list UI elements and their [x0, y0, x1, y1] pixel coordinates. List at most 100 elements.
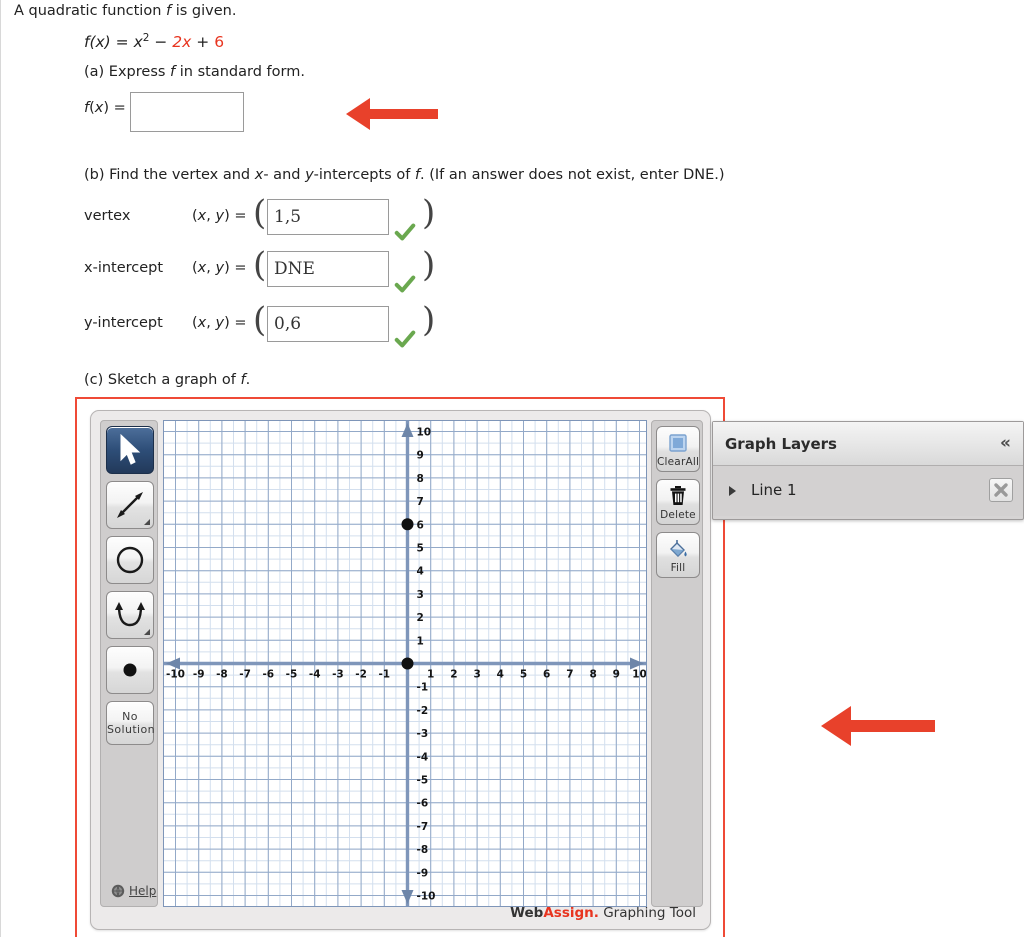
- square-icon: [657, 431, 699, 453]
- svg-text:-2: -2: [417, 705, 429, 717]
- parabola-icon: [115, 602, 145, 627]
- svg-text:1: 1: [427, 669, 434, 681]
- red-arrow-top: [346, 98, 438, 130]
- paint-bucket-icon: [657, 537, 699, 559]
- part-a-fx-label: f(x) =: [84, 100, 126, 116]
- svg-text:-5: -5: [417, 775, 429, 787]
- answer-coord-x-intercept: (x, y) =: [192, 260, 247, 276]
- svg-text:9: 9: [613, 669, 620, 681]
- delete-button[interactable]: Delete: [656, 479, 700, 525]
- part-c-prompt: (c) Sketch a graph of f.: [84, 372, 251, 388]
- function-formula: f(x) = x2 − 2x + 6: [84, 32, 224, 51]
- graph-layers-panel: Graph Layers « Line 1: [712, 421, 1024, 520]
- red-arrow-bottom: [821, 706, 935, 746]
- help-globe-icon: [111, 884, 125, 898]
- help-link[interactable]: Help: [111, 884, 156, 898]
- svg-text:10: 10: [632, 669, 646, 681]
- y-intercept-input[interactable]: [267, 306, 389, 342]
- action-rail: ClearAll Delete Fill: [651, 420, 703, 907]
- formula-lhs: f(x) =: [84, 33, 134, 52]
- svg-text:6: 6: [417, 519, 424, 531]
- svg-text:-9: -9: [193, 669, 205, 681]
- paren-left: (: [253, 300, 267, 340]
- svg-text:-8: -8: [216, 669, 228, 681]
- answer-label-vertex: vertex: [84, 208, 131, 224]
- svg-text:7: 7: [566, 669, 573, 681]
- select-tool-button[interactable]: [106, 426, 154, 474]
- svg-text:9: 9: [417, 450, 424, 462]
- svg-text:-5: -5: [286, 669, 298, 681]
- left-margin-rule: [0, 0, 1, 937]
- no-solution-label-line2: Solution: [107, 723, 156, 736]
- svg-text:4: 4: [497, 669, 504, 681]
- svg-text:6: 6: [543, 669, 550, 681]
- svg-text:-7: -7: [239, 669, 251, 681]
- answer-label-x-intercept: x-intercept: [84, 260, 164, 276]
- parabola-tool-button[interactable]: [106, 591, 154, 639]
- formula-term3: 6: [214, 33, 225, 52]
- close-layer-icon[interactable]: [989, 478, 1013, 502]
- part-b-prompt: (b) Find the vertex and x- and y-interce…: [84, 167, 725, 183]
- svg-text:10: 10: [417, 427, 432, 439]
- clear-all-button[interactable]: ClearAll: [656, 426, 700, 472]
- fill-button[interactable]: Fill: [656, 532, 700, 578]
- delete-label: Delete: [660, 509, 696, 521]
- collapse-panel-icon[interactable]: «: [1000, 433, 1011, 453]
- point-tool-button[interactable]: [106, 646, 154, 694]
- svg-text:-4: -4: [309, 669, 321, 681]
- graphing-tool-panel: No Solution Help -10 -9 -8 -7 -6 -5 -4 -3 -2 -1 1 2…: [90, 410, 711, 930]
- svg-text:-6: -6: [417, 798, 429, 810]
- svg-text:-3: -3: [417, 728, 429, 740]
- circle-icon: [116, 546, 144, 574]
- svg-text:-4: -4: [417, 751, 429, 763]
- svg-text:-6: -6: [262, 669, 274, 681]
- part-a-prompt: (a) Express f in standard form.: [84, 64, 305, 80]
- graph-grid: -10 -9 -8 -7 -6 -5 -4 -3 -2 -1 1 2 3 4 5 6 7 8 9 1010987654…: [164, 421, 646, 906]
- expand-chevron-icon[interactable]: [729, 486, 736, 496]
- double-arrow-line-icon: [117, 492, 143, 518]
- brand-rest: Graphing Tool: [598, 905, 696, 921]
- correct-check-icon: [394, 223, 416, 241]
- svg-text:8: 8: [589, 669, 596, 681]
- help-label: Help: [129, 884, 157, 898]
- graph-layers-title: Graph Layers: [725, 435, 837, 453]
- tool-rail: No Solution Help: [100, 420, 158, 907]
- graph-layers-header: Graph Layers «: [713, 422, 1023, 466]
- answer-coord-y-intercept: (x, y) =: [192, 315, 247, 331]
- correct-check-icon: [394, 330, 416, 348]
- svg-text:-3: -3: [332, 669, 344, 681]
- svg-text:-1: -1: [378, 669, 390, 681]
- fill-label: Fill: [670, 562, 686, 574]
- tool-submenu-corner-icon[interactable]: [144, 519, 150, 525]
- svg-text:2: 2: [417, 612, 424, 624]
- svg-text:-9: -9: [417, 867, 429, 879]
- svg-text:-10: -10: [166, 669, 185, 681]
- circle-tool-button[interactable]: [106, 536, 154, 584]
- svg-text:1: 1: [417, 635, 424, 647]
- page-root: A quadratic function f is given. f(x) = …: [0, 0, 1024, 937]
- line-tool-button[interactable]: [106, 481, 154, 529]
- tool-submenu-corner-icon[interactable]: [144, 629, 150, 635]
- brand-web: Web: [510, 905, 544, 921]
- x-intercept-input[interactable]: [267, 251, 389, 287]
- svg-text:-10: -10: [417, 891, 436, 903]
- formula-op1: −: [149, 33, 173, 52]
- filled-dot-icon: [123, 663, 137, 677]
- paren-left: (: [253, 245, 267, 285]
- no-solution-tool-button[interactable]: No Solution: [106, 701, 156, 745]
- graph-canvas[interactable]: -10 -9 -8 -7 -6 -5 -4 -3 -2 -1 1 2 3 4 5 6 7 8 9 10 10 9 8 7 6 5 4…: [163, 420, 647, 907]
- layer-item-line-1[interactable]: Line 1: [713, 466, 1023, 516]
- svg-text:-8: -8: [417, 844, 429, 856]
- vertex-input[interactable]: [267, 199, 389, 235]
- graphing-tool-frame: No Solution Help -10 -9 -8 -7 -6 -5 -4 -3 -2 -1 1 2…: [75, 397, 725, 937]
- standard-form-input[interactable]: [130, 92, 244, 132]
- formula-op2: +: [191, 33, 215, 52]
- layer-name: Line 1: [751, 481, 797, 499]
- trash-icon: [657, 484, 699, 506]
- svg-text:5: 5: [520, 669, 527, 681]
- svg-text:8: 8: [417, 473, 424, 485]
- svg-text:7: 7: [417, 496, 424, 508]
- svg-text:-7: -7: [417, 821, 429, 833]
- clear-all-label: ClearAll: [657, 456, 700, 468]
- correct-check-icon: [394, 275, 416, 293]
